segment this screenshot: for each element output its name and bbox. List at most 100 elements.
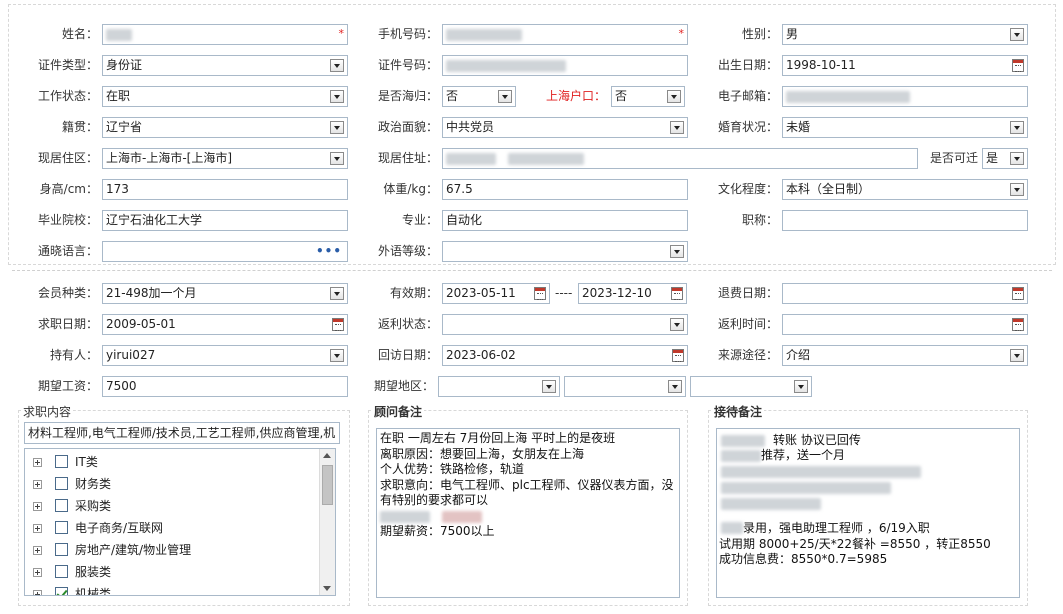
overseas-select[interactable]: 否 — [442, 86, 516, 107]
chevron-down-icon[interactable] — [1010, 183, 1024, 196]
foreign-level-select[interactable] — [442, 241, 688, 262]
marital-select[interactable]: 未婚 — [782, 117, 1028, 138]
category-checkbox[interactable] — [55, 565, 68, 578]
chevron-down-icon[interactable] — [667, 90, 681, 103]
chevron-down-icon[interactable] — [1010, 152, 1024, 165]
holder-select[interactable]: yirui027 — [102, 345, 348, 366]
calendar-icon[interactable] — [1012, 59, 1024, 72]
expand-plus-icon[interactable] — [33, 458, 42, 467]
weight-label: 体重/kg： — [383, 182, 438, 196]
political-select[interactable]: 中共党员 — [442, 117, 688, 138]
chevron-down-icon[interactable] — [670, 318, 684, 331]
category-checkbox[interactable] — [55, 477, 68, 490]
calendar-icon[interactable] — [332, 318, 344, 331]
chevron-down-icon[interactable] — [794, 380, 808, 393]
expand-plus-icon[interactable] — [33, 502, 42, 511]
valid-from-field[interactable]: 2023-05-11 — [442, 283, 550, 304]
source-select[interactable]: 介绍 — [782, 345, 1028, 366]
education-select[interactable]: 本科（全日制） — [782, 179, 1028, 200]
scroll-up-arrow-icon[interactable] — [323, 453, 331, 458]
gender-value: 男 — [786, 27, 799, 41]
work-status-select[interactable]: 在职 — [102, 86, 348, 107]
major-field[interactable]: 自动化 — [442, 210, 688, 231]
category-checkbox[interactable] — [55, 587, 68, 595]
calendar-icon[interactable] — [1012, 287, 1024, 300]
valid-to-field[interactable]: 2023-12-10 — [578, 283, 687, 304]
political-label: 政治面貌： — [377, 120, 438, 134]
title-field[interactable] — [782, 210, 1028, 231]
redacted-note-line — [380, 509, 482, 523]
chevron-down-icon[interactable] — [330, 90, 344, 103]
more-options-icon[interactable]: ••• — [316, 242, 342, 261]
reception-note-line: 转账 协议已回传 — [773, 433, 861, 447]
chevron-down-icon[interactable] — [670, 121, 684, 134]
member-type-select[interactable]: 21-498加一个月 — [102, 283, 348, 304]
chevron-down-icon[interactable] — [1010, 349, 1024, 362]
calendar-icon[interactable] — [1012, 318, 1024, 331]
chevron-down-icon[interactable] — [330, 349, 344, 362]
name-field[interactable]: * — [102, 24, 348, 45]
revisit-date-field[interactable]: 2023-06-02 — [442, 345, 688, 366]
job-date-field[interactable]: 2009-05-01 — [102, 314, 348, 335]
category-checkbox[interactable] — [55, 455, 68, 468]
calendar-icon[interactable] — [672, 349, 684, 362]
language-picker[interactable]: ••• — [102, 241, 348, 262]
id-type-select[interactable]: 身份证 — [102, 55, 348, 76]
chevron-down-icon[interactable] — [330, 287, 344, 300]
rebate-status-select[interactable] — [442, 314, 688, 335]
residence-area-select[interactable]: 上海市-上海市-[上海市] — [102, 148, 348, 169]
chevron-down-icon[interactable] — [668, 380, 682, 393]
region-city-select[interactable] — [564, 376, 686, 397]
gender-select[interactable]: 男 — [782, 24, 1028, 45]
native-place-select[interactable]: 辽宁省 — [102, 117, 348, 138]
tree-scrollbar[interactable] — [319, 449, 335, 595]
expand-plus-icon[interactable] — [33, 480, 42, 489]
scrollbar-thumb[interactable] — [322, 465, 333, 505]
marital-value: 未婚 — [786, 120, 811, 134]
chevron-down-icon[interactable] — [498, 90, 512, 103]
category-checkbox[interactable] — [55, 543, 68, 556]
major-value: 自动化 — [446, 213, 483, 227]
email-field[interactable] — [782, 86, 1028, 107]
expand-plus-icon[interactable] — [33, 524, 42, 533]
rebate-time-label: 返利时间： — [717, 317, 778, 331]
rebate-status-label: 返利状态： — [377, 317, 438, 331]
phone-field[interactable]: * — [442, 24, 688, 45]
category-checkbox[interactable] — [55, 499, 68, 512]
region-province-select[interactable] — [438, 376, 560, 397]
refund-date-field[interactable] — [782, 283, 1028, 304]
id-number-field[interactable] — [442, 55, 688, 76]
shanghai-hukou-select[interactable]: 否 — [611, 86, 685, 107]
salary-field[interactable]: 7500 — [102, 376, 348, 397]
chevron-down-icon[interactable] — [330, 152, 344, 165]
weight-field[interactable]: 67.5 — [442, 179, 688, 200]
tree-node-label: IT类 — [75, 455, 98, 469]
calendar-icon[interactable] — [671, 287, 683, 300]
reception-note-textarea[interactable]: 转账 协议已回传 推荐，送一个月 录用，强电助理工程师 ，6/19入职 试用期 … — [716, 428, 1020, 598]
region-district-select[interactable] — [690, 376, 812, 397]
chevron-down-icon[interactable] — [330, 121, 344, 134]
expand-plus-icon[interactable] — [33, 568, 42, 577]
residence-address-field[interactable] — [442, 148, 918, 169]
job-category-tree[interactable]: IT类 财务类 采购类 电子商务/互联网 房地产/建筑/物业管理 服装类 机械类 — [24, 448, 336, 596]
date-range-separator: ---- — [555, 286, 573, 300]
expand-plus-icon[interactable] — [33, 546, 42, 555]
rebate-time-field[interactable] — [782, 314, 1028, 335]
school-field[interactable]: 辽宁石油化工大学 — [102, 210, 348, 231]
expand-plus-icon[interactable] — [33, 590, 42, 595]
birth-date-field[interactable]: 1998-10-11 — [782, 55, 1028, 76]
chevron-down-icon[interactable] — [1010, 28, 1024, 41]
category-checkbox[interactable] — [55, 521, 68, 534]
chevron-down-icon[interactable] — [1010, 121, 1024, 134]
tree-node-label: 服装类 — [75, 565, 112, 579]
chevron-down-icon[interactable] — [330, 59, 344, 72]
consultant-note-textarea[interactable]: 在职 一周左右 7月份回上海 平时上的是夜班 离职原因：想要回上海，女朋友在上海个… — [376, 428, 680, 598]
calendar-icon[interactable] — [534, 287, 546, 300]
chevron-down-icon[interactable] — [670, 245, 684, 258]
job-content-summary[interactable]: 材料工程师,电气工程师/技术员,工艺工程师,供应商管理,机 — [24, 422, 340, 444]
region-label: 期望地区： — [373, 379, 434, 393]
scroll-down-arrow-icon[interactable] — [323, 586, 331, 591]
height-field[interactable]: 173 — [102, 179, 348, 200]
chevron-down-icon[interactable] — [542, 380, 556, 393]
relocate-select[interactable]: 是 — [982, 148, 1028, 169]
